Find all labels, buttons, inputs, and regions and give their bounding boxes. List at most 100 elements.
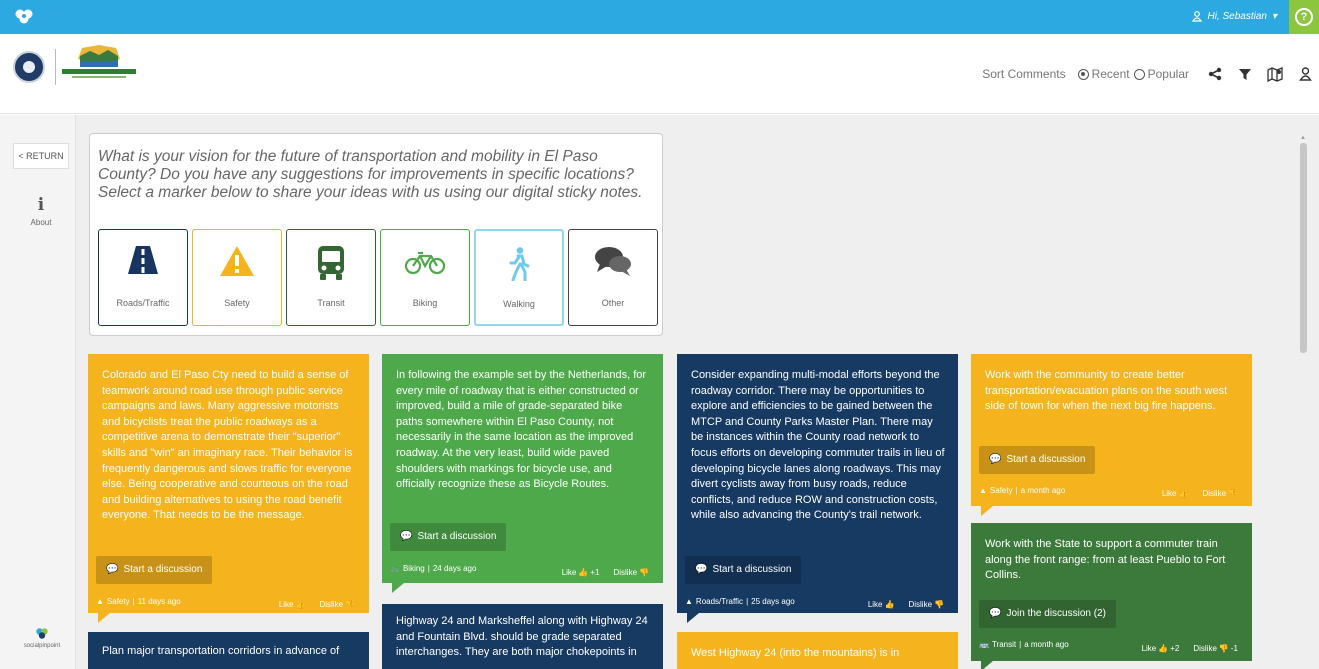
thumbs-down-icon: 👎	[345, 600, 355, 609]
sticky-note[interactable]: Plan major transportation corridors in a…	[88, 632, 369, 669]
comment-icon: 💬	[695, 564, 708, 576]
radio-unselected-icon[interactable]	[1133, 68, 1145, 80]
marker-label: Transit	[317, 298, 345, 308]
bus-icon: 🚌	[979, 640, 989, 649]
sticky-note[interactable]: Highway 24 and Marksheffel along with Hi…	[382, 604, 663, 669]
mtcp-logo[interactable]	[62, 45, 136, 85]
road-icon: ▲	[685, 597, 693, 606]
left-sidebar: < RETURN i About socialpinpoint	[0, 115, 76, 669]
like-button[interactable]: Like 👍	[868, 597, 895, 613]
comment-icon: 💬	[989, 608, 1002, 620]
sort-recent-option[interactable]: Recent	[1077, 67, 1130, 81]
user-menu[interactable]: Hi, Sebastian ▾	[1192, 11, 1277, 22]
thumbs-down-icon: 👎	[639, 568, 649, 577]
scroll-up-icon[interactable]: ▲	[1300, 135, 1306, 141]
county-seal-logo[interactable]	[13, 51, 45, 83]
comment-icon: 💬	[106, 564, 119, 576]
warning-icon: ▲	[96, 597, 104, 606]
help-button[interactable]: ?	[1289, 0, 1319, 34]
user-icon	[1192, 11, 1203, 22]
speech-bubbles-icon	[595, 247, 631, 276]
sticky-note[interactable]: Colorado and El Paso Cty need to build a…	[88, 354, 369, 623]
dislike-button[interactable]: Dislike 👎 -1	[1193, 641, 1238, 657]
marker-walking[interactable]: Walking	[474, 229, 564, 326]
comment-icon: 💬	[400, 531, 413, 543]
marker-label: Walking	[503, 299, 535, 309]
like-button[interactable]: Like 👍	[279, 597, 306, 613]
marker-roads-traffic[interactable]: Roads/Traffic	[98, 229, 188, 326]
start-discussion-button[interactable]: 💬 Start a discussion	[390, 523, 507, 551]
sort-toolbar: Sort Comments Recent Popular	[982, 64, 1319, 84]
note-meta: ▲ Safety | 11 days ago	[96, 594, 181, 610]
pedestrian-icon	[509, 247, 530, 281]
marker-other[interactable]: Other	[568, 229, 658, 326]
marker-transit[interactable]: Transit	[286, 229, 376, 326]
marker-label: Safety	[224, 298, 250, 308]
road-icon	[128, 246, 158, 274]
dislike-button[interactable]: Dislike 👎	[908, 597, 944, 613]
start-discussion-button[interactable]: 💬 Start a discussion	[685, 556, 802, 584]
thumbs-up-icon: 👍	[884, 600, 895, 609]
scrollbar[interactable]: ▲	[1299, 135, 1307, 657]
sticky-note[interactable]: West Highway 24 (into the mountains) is …	[677, 632, 958, 669]
user-profile-icon[interactable]	[1297, 66, 1313, 82]
marker-label: Other	[601, 298, 625, 308]
socialpinpoint-logo-icon[interactable]	[14, 8, 34, 26]
return-button[interactable]: < RETURN	[13, 143, 69, 169]
warning-icon: ▲	[979, 486, 987, 495]
note-meta: ▲ Roads/Traffic | 25 days ago	[685, 594, 795, 610]
dislike-button[interactable]: Dislike 👎	[613, 565, 649, 581]
note-votes: Like 👍 Dislike 👎	[1162, 486, 1238, 502]
join-discussion-button[interactable]: 💬 Join the discussion (2)	[979, 600, 1116, 628]
bus-icon	[318, 246, 344, 280]
note-text: Highway 24 and Marksheffel along with Hi…	[396, 615, 648, 659]
dislike-button[interactable]: Dislike 👎	[319, 597, 355, 613]
filter-icon[interactable]	[1237, 66, 1253, 82]
logo-divider	[55, 49, 56, 85]
like-button[interactable]: Like 👍 +1	[562, 565, 600, 581]
dislike-button[interactable]: Dislike 👎	[1202, 486, 1238, 502]
thumbs-down-icon: 👎	[1228, 489, 1238, 498]
sticky-note[interactable]: Work with the community to create better…	[971, 354, 1252, 516]
marker-biking[interactable]: Biking	[380, 229, 470, 326]
sort-comments-label: Sort Comments	[982, 67, 1066, 81]
thumbs-down-icon: 👎	[1218, 644, 1229, 653]
note-meta: 🚲 Biking | 24 days ago	[390, 561, 476, 577]
user-greeting: Hi, Sebastian	[1207, 11, 1267, 22]
note-meta: 🚌 Transit | a month ago	[979, 637, 1069, 653]
marker-safety[interactable]: Safety	[192, 229, 282, 326]
sticky-note[interactable]: Work with the State to support a commute…	[971, 523, 1252, 669]
note-text: In following the example set by the Neth…	[396, 369, 647, 491]
socialpinpoint-brand[interactable]: socialpinpoint	[14, 627, 70, 649]
radio-selected-icon[interactable]	[1077, 68, 1089, 80]
prompt-question: What is your vision for the future of tr…	[98, 148, 643, 201]
sort-popular-option[interactable]: Popular	[1133, 67, 1189, 81]
top-bar: Hi, Sebastian ▾ ?	[0, 0, 1319, 34]
chevron-down-icon: ▾	[1271, 11, 1277, 22]
prompt-panel: What is your vision for the future of tr…	[89, 133, 663, 336]
about-label: About	[30, 218, 52, 227]
share-icon[interactable]	[1207, 66, 1223, 82]
scrollbar-thumb[interactable]	[1300, 143, 1307, 353]
socialpinpoint-logo-icon	[36, 628, 48, 639]
start-discussion-button[interactable]: 💬 Start a discussion	[96, 556, 213, 584]
note-votes: Like 👍 +1 Dislike 👎	[562, 565, 649, 581]
like-button[interactable]: Like 👍 +2	[1142, 641, 1180, 657]
thumbs-up-icon: 👍	[295, 600, 306, 609]
marker-label: Biking	[412, 298, 438, 308]
comment-icon: 💬	[989, 454, 1002, 466]
sticky-note[interactable]: In following the example set by the Neth…	[382, 354, 663, 593]
like-button[interactable]: Like 👍	[1162, 486, 1189, 502]
thumbs-down-icon: 👎	[934, 600, 944, 609]
map-icon[interactable]	[1267, 66, 1283, 82]
about-button[interactable]: i About	[18, 195, 64, 227]
info-icon: i	[37, 195, 45, 215]
note-text: Consider expanding multi-modal efforts b…	[691, 369, 945, 522]
map-canvas: < RETURN i About socialpinpoint ▲ What i…	[0, 115, 1319, 669]
category-markers: Roads/Traffic Safety Transit Biking Walk…	[98, 229, 658, 326]
sticky-note[interactable]: Consider expanding multi-modal efforts b…	[677, 354, 958, 623]
note-text: West Highway 24 (into the mountains) is …	[691, 647, 900, 659]
note-votes: Like 👍 Dislike 👎	[868, 597, 944, 613]
site-header: Sort Comments Recent Popular	[0, 34, 1319, 114]
start-discussion-button[interactable]: 💬 Start a discussion	[979, 446, 1096, 474]
